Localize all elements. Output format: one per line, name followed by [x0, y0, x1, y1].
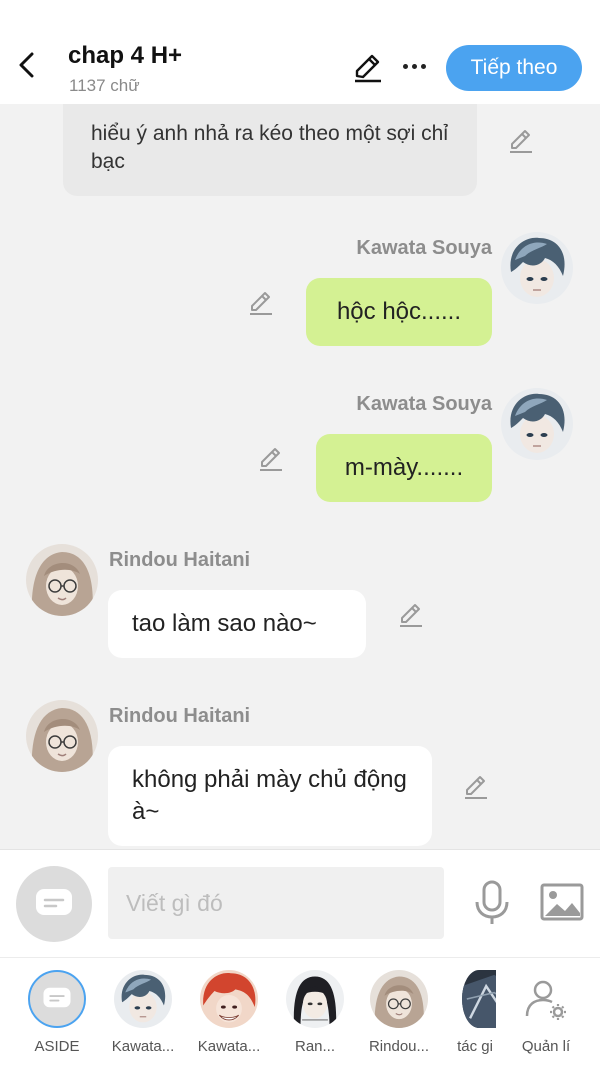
speaker-name: Kawata Souya: [356, 393, 492, 415]
microphone-icon[interactable]: [470, 880, 514, 926]
message-text: hiểu ý anh nhả ra kéo theo một sợi chỉ b…: [91, 122, 448, 173]
more-options-button[interactable]: [400, 52, 428, 80]
character-aside[interactable]: ASIDE: [14, 970, 100, 1055]
top-bar: chap 4 H+ 1137 chữ Tiếp theo: [0, 0, 600, 104]
message-text: tao làm sao nào~: [132, 610, 317, 637]
more-dot-icon: [411, 63, 417, 69]
manage-icon-wrap: [517, 970, 575, 1028]
avatar: [114, 970, 172, 1028]
aside-avatar: [28, 970, 86, 1028]
character-label: Quản lí: [521, 1038, 571, 1055]
character-kawata-1[interactable]: Kawata...: [100, 970, 186, 1055]
pencil-icon[interactable]: [506, 126, 536, 156]
speech-bubble-icon: [34, 887, 74, 921]
message-bubble[interactable]: hộc hộc......: [306, 278, 492, 346]
speaker-name: Kawata Souya: [356, 237, 492, 259]
user-settings-icon: [525, 980, 566, 1020]
back-button[interactable]: [14, 50, 40, 80]
speaker-name: Rindou Haitani: [109, 549, 251, 571]
avatar: [370, 970, 428, 1028]
message-bubble[interactable]: m-mày.......: [316, 434, 492, 502]
character-ran[interactable]: Ran...: [272, 970, 358, 1055]
character-rindou[interactable]: Rindou...: [356, 970, 442, 1055]
avatar: [462, 970, 496, 1028]
message-text: không phải mày chủ động à~: [132, 766, 407, 825]
character-label: Ran...: [294, 1038, 336, 1055]
more-dot-icon: [420, 63, 426, 69]
speech-bubble-icon: [42, 986, 72, 1012]
avatar: [200, 970, 258, 1028]
chat-area[interactable]: hiểu ý anh nhả ra kéo theo một sợi chỉ b…: [0, 104, 600, 849]
character-kawata-2[interactable]: Kawata...: [186, 970, 272, 1055]
character-bar: ASIDE Kawata... Kawata... Ran... Rindou.…: [0, 957, 600, 1067]
pencil-icon[interactable]: [256, 444, 286, 474]
character-label: Kawata...: [111, 1038, 175, 1055]
pencil-icon[interactable]: [461, 772, 491, 802]
speaker-name: Rindou Haitani: [109, 705, 251, 727]
next-button[interactable]: Tiếp theo: [446, 45, 582, 91]
image-icon[interactable]: [540, 882, 584, 922]
edit-title-button[interactable]: [352, 52, 384, 84]
manage-characters-button[interactable]: Quản lí: [503, 970, 589, 1055]
chapter-title: chap 4 H+: [68, 42, 183, 69]
character-label: Kawata...: [197, 1038, 261, 1055]
chevron-left-icon: [19, 52, 34, 78]
message-bubble[interactable]: không phải mày chủ động à~: [108, 746, 432, 846]
character-label: Rindou...: [368, 1038, 430, 1055]
avatar: [501, 232, 573, 304]
pencil-icon: [355, 54, 381, 83]
character-label: ASIDE: [34, 1038, 80, 1055]
more-dot-icon: [402, 63, 408, 69]
composer-bar: [0, 849, 600, 957]
avatar: [26, 700, 98, 772]
avatar: [501, 388, 573, 460]
message-text: m-mày.......: [344, 454, 464, 481]
pencil-icon[interactable]: [246, 288, 276, 318]
aside-toggle-button[interactable]: [16, 866, 92, 942]
pencil-icon[interactable]: [396, 600, 426, 630]
message-bubble[interactable]: tao làm sao nào~: [108, 590, 366, 658]
word-count: 1137 chữ: [69, 76, 140, 95]
aside-message[interactable]: hiểu ý anh nhả ra kéo theo một sợi chỉ b…: [63, 104, 477, 196]
message-text: hộc hộc......: [336, 298, 462, 325]
avatar: [26, 544, 98, 616]
message-input[interactable]: [108, 867, 444, 939]
avatar: [286, 970, 344, 1028]
